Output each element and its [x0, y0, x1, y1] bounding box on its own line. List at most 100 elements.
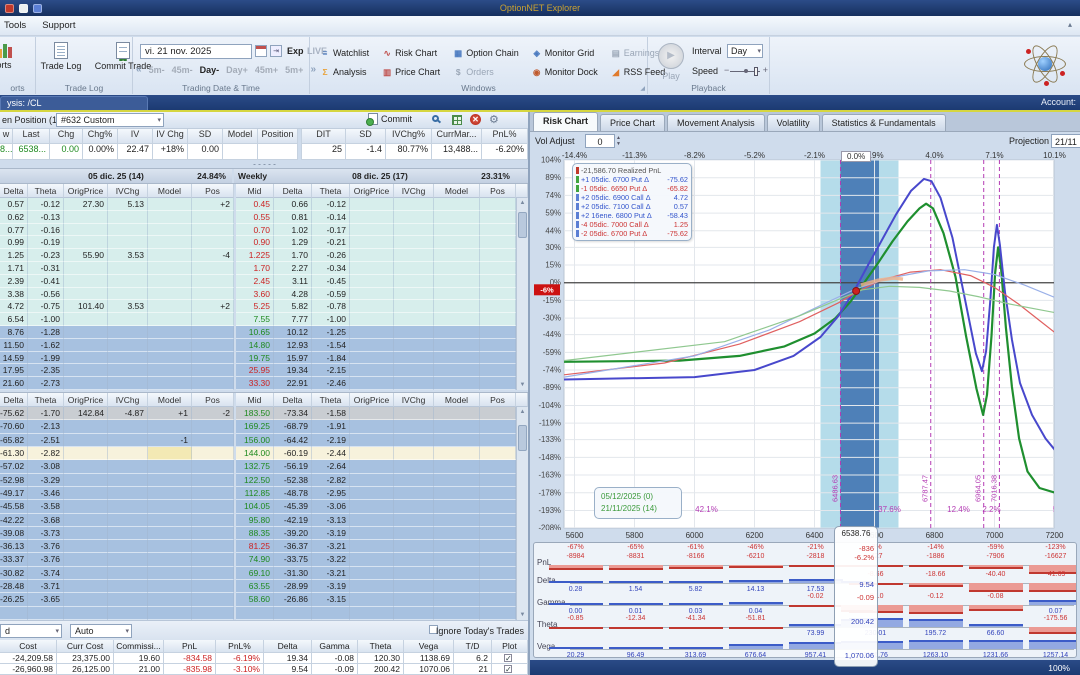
trading-date-field[interactable]: vi. 21 nov. 2025 [140, 44, 252, 59]
interval-select[interactable]: Day [727, 44, 763, 58]
option-row[interactable]: 0.99 -0.19 [0, 236, 234, 250]
option-row[interactable]: 14.59 -1.99 [0, 351, 234, 365]
option-row[interactable]: 25.95 19.34 -2.15 [236, 364, 516, 378]
option-row[interactable]: 11.50 -1.62 [0, 338, 234, 352]
col-header-delta[interactable]: Delta [0, 393, 28, 407]
nav-day-plus[interactable]: Day+ [226, 65, 248, 75]
scrollbar[interactable]: ▲ ▼ [516, 407, 528, 620]
scroll-up-icon[interactable]: ▲ [517, 198, 528, 208]
scrollbar-thumb[interactable] [518, 212, 527, 238]
option-row[interactable]: 183.50 -73.34 -1.58 [236, 407, 516, 421]
ribbon-item-price-chart[interactable]: ▥ Price Chart [382, 63, 440, 81]
ribbon-item-analysis[interactable]: Σ Analysis [320, 63, 369, 81]
option-row[interactable]: -75.62 -1.70 142.84 -4.87 +1 -2 [0, 407, 234, 421]
option-row[interactable]: 33.30 22.91 -2.46 [236, 377, 516, 390]
option-row[interactable]: 58.60 -26.86 -3.15 [236, 593, 516, 607]
option-row[interactable]: -36.13 -3.76 [0, 540, 234, 554]
col-header-ivchg[interactable]: IVChg [394, 393, 434, 407]
option-row[interactable]: 0.45 0.66 -0.12 [236, 198, 516, 211]
summary-row[interactable]: -26,960.98 26,125.00 21.00 -835.98 -3.10% 9.5… [0, 664, 528, 675]
col-header-delta[interactable]: Delta [274, 184, 312, 198]
option-row[interactable]: 1.25 -0.23 55.90 3.53 -4 [0, 249, 234, 262]
settings-gear-icon[interactable]: ⚙ [489, 113, 499, 126]
summary-header-t-d[interactable]: T/D [454, 640, 492, 653]
splitter-grip[interactable] [252, 163, 276, 166]
nav-day-minus[interactable]: Day- [200, 65, 220, 75]
speed-plus-icon[interactable]: + [763, 65, 768, 75]
option-row[interactable]: 10.65 10.12 -1.25 [236, 325, 516, 339]
position-selector[interactable]: #632 Custom [56, 113, 164, 127]
ribbon-item-monitor-dock[interactable]: ◉ Monitor Dock [532, 63, 598, 81]
col-header-mid[interactable]: Mid [236, 393, 274, 407]
option-row[interactable]: -45.58 -3.58 [0, 500, 234, 514]
scrollbar-thumb[interactable] [518, 425, 527, 451]
option-row[interactable]: 104.05 -45.39 -3.06 [236, 500, 516, 514]
option-row[interactable]: 0.90 1.29 -0.21 [236, 236, 516, 250]
tab-statistics-fundamentals[interactable]: Statistics & Fundamentals [821, 114, 946, 131]
col-header-pos[interactable]: Pos [192, 393, 234, 407]
col-header-origprice[interactable]: OrigPrice [64, 393, 108, 407]
ribbon-item-risk-chart[interactable]: ∿ Risk Chart [382, 44, 440, 62]
option-row[interactable]: 4.72 -0.75 101.40 3.53 +2 [0, 300, 234, 314]
col-header-origprice[interactable]: OrigPrice [350, 184, 394, 198]
vol-adjust-input[interactable]: 0 [585, 134, 615, 148]
option-row[interactable]: 88.35 -39.20 -3.19 [236, 526, 516, 541]
col-header-ivchg[interactable]: IVChg [108, 184, 148, 198]
plot-checkbox[interactable]: ✓ [504, 654, 512, 663]
ribbon-item-monitor-grid[interactable]: ◈ Monitor Grid [532, 44, 598, 62]
speed-minus-icon[interactable]: − [724, 65, 729, 75]
nav-45m-plus[interactable]: 45m+ [255, 65, 278, 75]
nav-45m-minus[interactable]: 45m- [172, 65, 193, 75]
col-header-delta[interactable]: Delta [0, 184, 28, 198]
projection-date-input[interactable]: 21/11 [1051, 134, 1080, 148]
nav-5m-plus[interactable]: 5m+ [285, 65, 303, 75]
option-row[interactable]: -70.60 -2.13 [0, 420, 234, 434]
option-row[interactable]: 81.25 -36.37 -3.21 [236, 540, 516, 554]
option-row[interactable]: 19.75 15.97 -1.84 [236, 351, 516, 365]
col-header-ivchg[interactable]: IVChg [394, 184, 434, 198]
calendar-icon[interactable] [255, 45, 267, 57]
option-row[interactable]: -49.17 -3.46 [0, 486, 234, 501]
tab-volatility[interactable]: Volatility [766, 114, 820, 131]
option-row[interactable]: 63.55 -28.99 -3.19 [236, 580, 516, 594]
price-mode-select[interactable]: d [0, 624, 62, 638]
export-grid-icon[interactable] [452, 115, 462, 125]
col-header-ivchg[interactable]: IVChg [108, 393, 148, 407]
trade-log-button[interactable]: Trade Log [31, 42, 91, 71]
option-row[interactable]: 21.60 -2.73 [0, 377, 234, 390]
option-row[interactable]: 3.60 4.28 -0.59 [236, 287, 516, 301]
option-row[interactable]: 169.25 -68.79 -1.91 [236, 420, 516, 434]
option-row[interactable]: 8.76 -1.28 [0, 325, 234, 339]
option-row[interactable] [0, 606, 234, 620]
option-row[interactable]: 0.62 -0.13 [0, 210, 234, 224]
col-header-theta[interactable]: Theta [312, 393, 350, 407]
document-tab-analysis-cl[interactable]: ysis: /CL [0, 96, 148, 110]
option-row[interactable]: 0.55 0.81 -0.14 [236, 210, 516, 224]
option-row[interactable]: -65.82 -2.51 -1 [0, 433, 234, 447]
ribbon-collapse-icon[interactable]: ▴ [1068, 20, 1072, 29]
col-header-model[interactable]: Model [148, 184, 192, 198]
option-row[interactable]: -28.48 -3.71 [0, 580, 234, 594]
play-button[interactable]: ▶ [658, 43, 684, 69]
option-row[interactable]: 144.00 -60.19 -2.44 [236, 446, 516, 461]
auto-select[interactable]: Auto [70, 624, 132, 638]
scrollbar[interactable]: ▲ ▼ [516, 198, 528, 390]
speed-slider[interactable]: − + [724, 65, 768, 76]
next-expiry-icon[interactable]: ⇥ [270, 45, 282, 57]
option-row[interactable]: 0.77 -0.16 [0, 223, 234, 237]
option-row[interactable]: 112.85 -48.78 -2.95 [236, 486, 516, 501]
option-row[interactable]: 3.38 -0.56 [0, 287, 234, 301]
summary-header-vega[interactable]: Vega [404, 640, 454, 653]
option-row[interactable]: 0.57 -0.12 27.30 5.13 +2 [0, 198, 234, 211]
option-row[interactable]: 74.90 -33.75 -3.22 [236, 553, 516, 567]
summary-header-commissi-[interactable]: Commissi... [114, 640, 164, 653]
option-row[interactable]: -26.25 -3.65 [0, 593, 234, 607]
option-row[interactable]: 7.55 7.77 -1.00 [236, 313, 516, 326]
col-header-pos[interactable]: Pos [480, 393, 516, 407]
exp-label[interactable]: Exp [287, 46, 304, 56]
speed-slider-thumb[interactable] [754, 67, 758, 76]
vol-adjust-spinner[interactable]: ▲ ▼ [616, 134, 625, 148]
option-row[interactable]: 14.80 12.93 -1.54 [236, 338, 516, 352]
summary-row[interactable]: -24,209.58 23,375.00 19.60 -834.58 -6.19% 19.… [0, 653, 528, 664]
scroll-up-icon[interactable]: ▲ [517, 407, 528, 417]
